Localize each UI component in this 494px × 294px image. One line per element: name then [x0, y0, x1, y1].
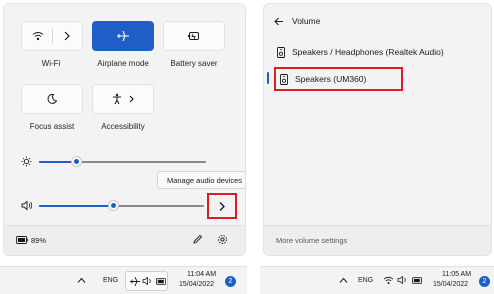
accessibility-tile[interactable]	[92, 84, 154, 114]
airplane-icon	[129, 276, 141, 287]
quick-settings-screenshot: Wi-Fi Airplane mode Battery saver Focus …	[0, 0, 247, 294]
speaker-icon[interactable]	[21, 200, 33, 211]
volume-slider[interactable]	[39, 200, 204, 212]
battery-saver-label: Battery saver	[170, 59, 218, 68]
chevron-right-icon	[218, 201, 226, 212]
brightness-slider[interactable]	[39, 156, 206, 168]
language-indicator[interactable]: ENG	[358, 277, 373, 284]
clock-date[interactable]: 15/04/2022	[433, 281, 468, 288]
edit-pencil-icon[interactable]	[192, 234, 203, 245]
language-indicator[interactable]: ENG	[103, 277, 118, 284]
audio-device-item[interactable]: Speakers / Headphones (Realtek Audio)	[264, 41, 491, 63]
audio-device-item-selected[interactable]: Speakers (UM360)	[274, 67, 403, 91]
brightness-slider-thumb[interactable]	[72, 157, 81, 166]
wifi-tile[interactable]	[21, 21, 83, 51]
volume-footer: More volume settings	[264, 225, 491, 255]
volume-output-screenshot: Volume Speakers / Headphones (Realtek Au…	[260, 0, 494, 294]
taskbar: ENG 11:05 AM 15/04/2022 2	[260, 266, 494, 294]
accessibility-chevron-icon[interactable]	[128, 94, 136, 104]
wifi-icon[interactable]	[383, 275, 394, 285]
back-arrow-icon[interactable]	[274, 17, 284, 26]
clock-time[interactable]: 11:04 AM	[187, 271, 216, 278]
airplane-icon	[116, 30, 130, 42]
settings-gear-icon[interactable]	[217, 234, 228, 245]
more-volume-settings-link[interactable]: More volume settings	[276, 236, 347, 245]
battery-icon[interactable]	[16, 236, 28, 244]
accessibility-icon	[111, 93, 123, 105]
notification-badge[interactable]: 2	[479, 276, 490, 287]
quick-settings-footer: 89%	[4, 225, 245, 255]
battery-percentage: 89%	[31, 236, 47, 245]
speaker-device-icon	[277, 46, 285, 58]
manage-audio-tooltip: Manage audio devices	[157, 171, 245, 189]
volume-title: Volume	[292, 16, 321, 26]
battery-saver-icon	[187, 31, 201, 41]
quick-settings-panel: Wi-Fi Airplane mode Battery saver Focus …	[3, 3, 246, 256]
wifi-label: Wi-Fi	[41, 59, 61, 68]
accessibility-label: Accessibility	[101, 122, 145, 131]
audio-device-label: Speakers (UM360)	[295, 74, 367, 84]
airplane-mode-label: Airplane mode	[97, 59, 149, 68]
volume-output-panel: Volume Speakers / Headphones (Realtek Au…	[263, 3, 492, 256]
brightness-icon	[21, 156, 32, 167]
chevron-up-icon[interactable]	[77, 277, 86, 284]
audio-device-label: Speakers / Headphones (Realtek Audio)	[292, 47, 444, 57]
selected-indicator	[267, 72, 269, 84]
focus-assist-tile[interactable]	[21, 84, 83, 114]
wifi-icon[interactable]	[32, 30, 44, 42]
battery-saver-tile[interactable]	[163, 21, 225, 51]
focus-assist-label: Focus assist	[29, 122, 75, 131]
chevron-up-icon[interactable]	[339, 277, 348, 284]
volume-slider-thumb[interactable]	[109, 201, 118, 210]
system-tray-group[interactable]	[125, 271, 168, 291]
clock-time[interactable]: 11:05 AM	[442, 271, 471, 278]
tile-divider	[52, 28, 53, 44]
notification-badge[interactable]: 2	[225, 276, 236, 287]
manage-audio-devices-button[interactable]	[207, 193, 237, 219]
speaker-device-icon	[280, 73, 288, 85]
clock-date[interactable]: 15/04/2022	[179, 281, 214, 288]
volume-header: Volume	[274, 15, 320, 27]
battery-icon[interactable]	[412, 277, 423, 284]
wifi-expand-chevron-icon[interactable]	[62, 30, 72, 42]
speaker-icon[interactable]	[397, 275, 408, 285]
airplane-mode-tile[interactable]	[92, 21, 154, 51]
taskbar: ENG 11:04 AM 15/04/2022 2	[0, 266, 247, 294]
battery-icon	[156, 278, 167, 285]
moon-icon	[46, 93, 58, 105]
speaker-icon	[142, 276, 153, 286]
